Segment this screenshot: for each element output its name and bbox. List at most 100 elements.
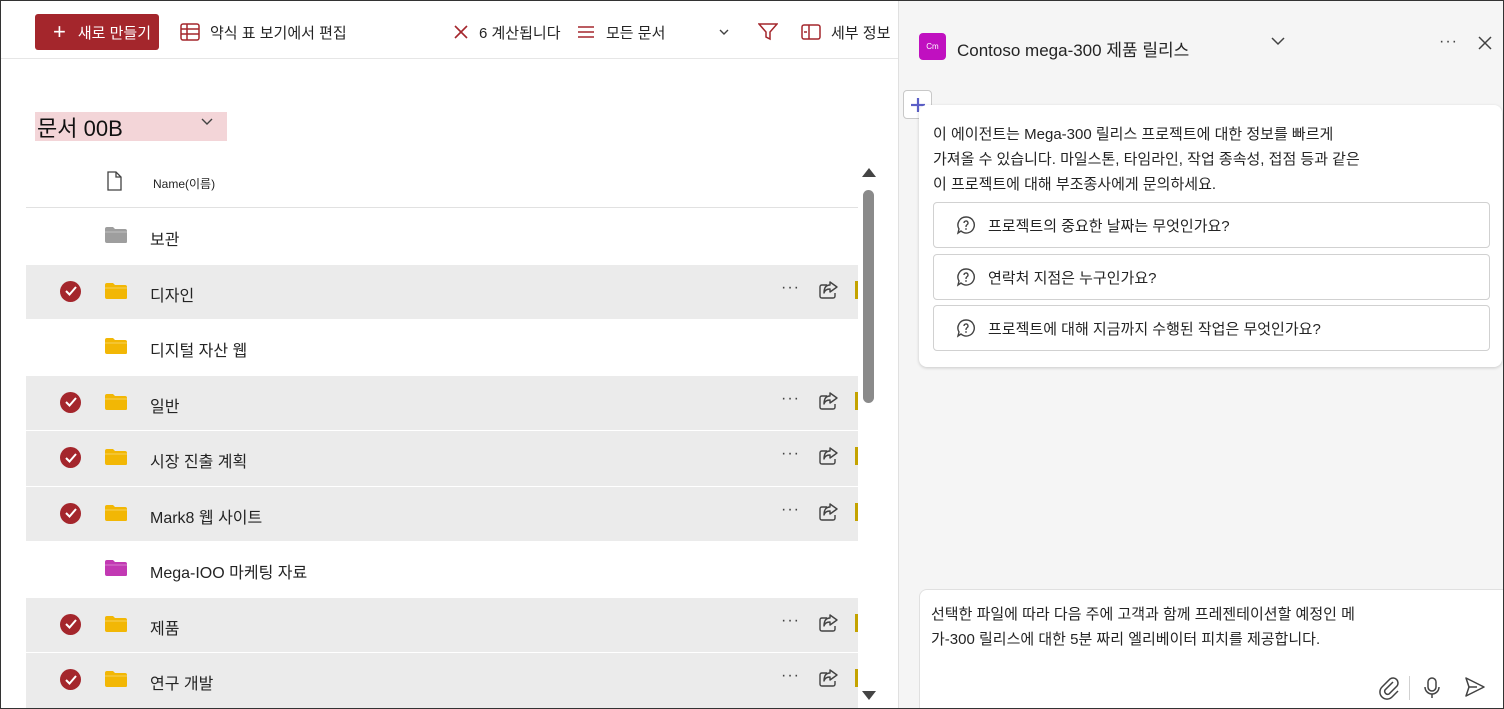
more-actions-icon[interactable]: ···	[781, 667, 800, 685]
chevron-down-icon	[719, 29, 729, 35]
more-actions-icon[interactable]: ···	[781, 445, 800, 463]
paperclip-icon[interactable]	[1378, 676, 1400, 700]
file-name[interactable]: Mark8 웹 사이트	[150, 504, 262, 528]
compose-input[interactable]: 선택한 파일에 따라 다음 주에 고객과 함께 프레젠테이션할 예정인 메 가-…	[931, 602, 1476, 652]
row-edge-marker	[855, 669, 858, 687]
more-actions-icon[interactable]: ···	[781, 612, 800, 630]
compose-box[interactable]: 선택한 파일에 따라 다음 주에 고객과 함께 프레젠테이션할 예정인 메 가-…	[919, 589, 1503, 708]
file-name[interactable]: 제품	[150, 615, 179, 639]
view-label: 모든 문서	[606, 24, 666, 42]
chat-question-icon	[956, 268, 975, 287]
new-button-label: 새로 만들기	[77, 24, 152, 42]
file-row[interactable]: 시장 진출 계획 ···	[26, 431, 858, 487]
selected-check-icon[interactable]	[60, 502, 81, 524]
file-row[interactable]: 제품 ···	[26, 597, 858, 653]
document-library-pane: + 새로 만들기 약식 표 보기에서 편집 6 계산됩니다 모든 문서 세부 정…	[1, 1, 898, 708]
suggested-prompt-button[interactable]: 연락처 지점은 누구인가요?	[933, 254, 1490, 300]
chevron-down-icon[interactable]	[1271, 37, 1285, 46]
selected-check-icon[interactable]	[60, 280, 81, 302]
share-icon[interactable]	[819, 669, 839, 687]
share-icon[interactable]	[819, 280, 839, 299]
selected-check-icon[interactable]	[60, 447, 81, 468]
folder-icon	[105, 393, 127, 410]
selected-check-icon[interactable]	[60, 613, 81, 635]
library-title-dropdown[interactable]: 문서 00B	[35, 112, 227, 141]
share-icon[interactable]	[819, 447, 839, 465]
row-edge-marker	[855, 502, 858, 521]
suggested-prompt-label: 연락처 지점은 누구인가요?	[988, 269, 1157, 287]
more-actions-icon[interactable]: ···	[781, 390, 800, 408]
selected-check-icon[interactable]	[60, 669, 81, 690]
agent-header: Cm Contoso mega-300 제품 릴리스 ···	[899, 1, 1503, 89]
file-name[interactable]: 보관	[150, 226, 179, 250]
compose-line: 가-300 릴리스에 대한 5분 짜리 엘리베이터 피치를 제공합니다.	[931, 631, 1321, 648]
folder-icon	[105, 282, 127, 299]
file-row[interactable]: 연구 개발 ···	[26, 653, 858, 708]
file-list: 보관 디자인 ··· 디지털 자산 웹 일반 ··· 시장 진출 계획 ··· Mark8 웹 …	[26, 209, 858, 708]
filter-button[interactable]	[758, 14, 778, 50]
details-label: 세부 정보	[831, 24, 891, 42]
suggested-prompt-button[interactable]: 프로젝트에 대해 지금까지 수행된 작업은 무엇인가요?	[933, 305, 1490, 351]
share-icon[interactable]	[819, 613, 839, 632]
folder-icon	[105, 227, 127, 243]
file-name[interactable]: 디지털 자산 웹	[150, 337, 247, 361]
file-name[interactable]: 시장 진출 계획	[150, 448, 247, 472]
agent-intro-text: 이 에이전트는 Mega-300 릴리스 프로젝트에 대한 정보를 빠르게 가져…	[933, 122, 1473, 197]
scroll-up-arrow-icon[interactable]	[862, 168, 876, 177]
selected-check-icon[interactable]	[60, 391, 81, 413]
file-row[interactable]: Mega-IOO 마케팅 자료	[26, 542, 858, 598]
file-row[interactable]: 디지털 자산 웹	[26, 320, 858, 376]
cancel-selection-button[interactable]: 6 계산됩니다	[453, 14, 561, 50]
details-pane-button[interactable]: 세부 정보	[801, 14, 898, 50]
row-edge-marker	[855, 447, 858, 465]
file-name[interactable]: Mega-IOO 마케팅 자료	[150, 559, 307, 583]
folder-icon	[105, 671, 127, 687]
file-row[interactable]: 일반 ···	[26, 375, 858, 431]
grid-table-icon	[180, 23, 200, 41]
file-row[interactable]: Mark8 웹 사이트 ···	[26, 486, 858, 542]
row-edge-marker	[855, 280, 858, 299]
scrollbar-thumb[interactable]	[863, 190, 874, 403]
file-name[interactable]: 디자인	[150, 282, 194, 306]
folder-icon	[105, 338, 127, 354]
file-type-icon[interactable]	[106, 171, 122, 191]
details-pane-icon	[801, 24, 821, 40]
suggested-prompt-button[interactable]: 프로젝트의 중요한 날짜는 무엇인가요?	[933, 202, 1490, 248]
file-row[interactable]: 디자인 ···	[26, 264, 858, 320]
folder-icon	[105, 449, 127, 465]
more-actions-icon[interactable]: ···	[781, 501, 800, 519]
microphone-icon[interactable]	[1423, 676, 1441, 700]
share-icon[interactable]	[819, 502, 839, 521]
send-icon[interactable]	[1464, 676, 1486, 698]
more-actions-icon[interactable]: ···	[781, 279, 800, 297]
file-name[interactable]: 일반	[150, 393, 179, 417]
share-icon[interactable]	[819, 391, 839, 410]
view-list-icon	[578, 26, 594, 38]
folder-icon	[105, 504, 127, 521]
app-window: + 새로 만들기 약식 표 보기에서 편집 6 계산됩니다 모든 문서 세부 정…	[0, 0, 1504, 709]
view-switcher[interactable]: 모든 문서	[576, 14, 736, 50]
more-options-icon[interactable]: ···	[1439, 33, 1458, 51]
agent-title[interactable]: Contoso mega-300 제품 릴리스	[957, 36, 1189, 61]
file-row[interactable]: 보관	[26, 209, 858, 265]
folder-icon	[105, 615, 127, 632]
intro-line: 이 에이전트는 Mega-300 릴리스 프로젝트에 대한 정보를 빠르게	[933, 126, 1334, 143]
quick-edit-button[interactable]: 약식 표 보기에서 편집	[180, 14, 347, 50]
new-button[interactable]: + 새로 만들기	[35, 14, 159, 50]
agent-avatar: Cm	[919, 33, 946, 60]
vertical-scrollbar[interactable]	[860, 164, 878, 704]
close-icon[interactable]	[1477, 35, 1493, 51]
intro-line: 가져올 수 있습니다. 마일스톤, 타임라인, 작업 종속성, 접점 등과 같은	[933, 151, 1360, 168]
compose-line: 선택한 파일에 따라 다음 주에 고객과 함께 프레젠테이션할 예정인 메	[931, 606, 1355, 623]
file-name[interactable]: 연구 개발	[150, 670, 213, 694]
selection-count-label: 6 계산됩니다	[479, 24, 561, 42]
agent-welcome-card: 이 에이전트는 Mega-300 릴리스 프로젝트에 대한 정보를 빠르게 가져…	[919, 105, 1502, 367]
chat-question-icon	[956, 319, 975, 338]
library-title: 문서 00B	[37, 115, 123, 141]
copilot-agent-pane: Cm Contoso mega-300 제품 릴리스 ··· 이 에이전트는 M…	[898, 1, 1503, 708]
scroll-down-arrow-icon[interactable]	[862, 691, 876, 700]
row-edge-marker	[855, 613, 858, 632]
column-header-name[interactable]: Name(이름)	[153, 175, 215, 192]
suggested-prompt-label: 프로젝트에 대해 지금까지 수행된 작업은 무엇인가요?	[988, 320, 1321, 338]
command-bar: + 새로 만들기 약식 표 보기에서 편집 6 계산됩니다 모든 문서 세부 정…	[1, 1, 898, 59]
